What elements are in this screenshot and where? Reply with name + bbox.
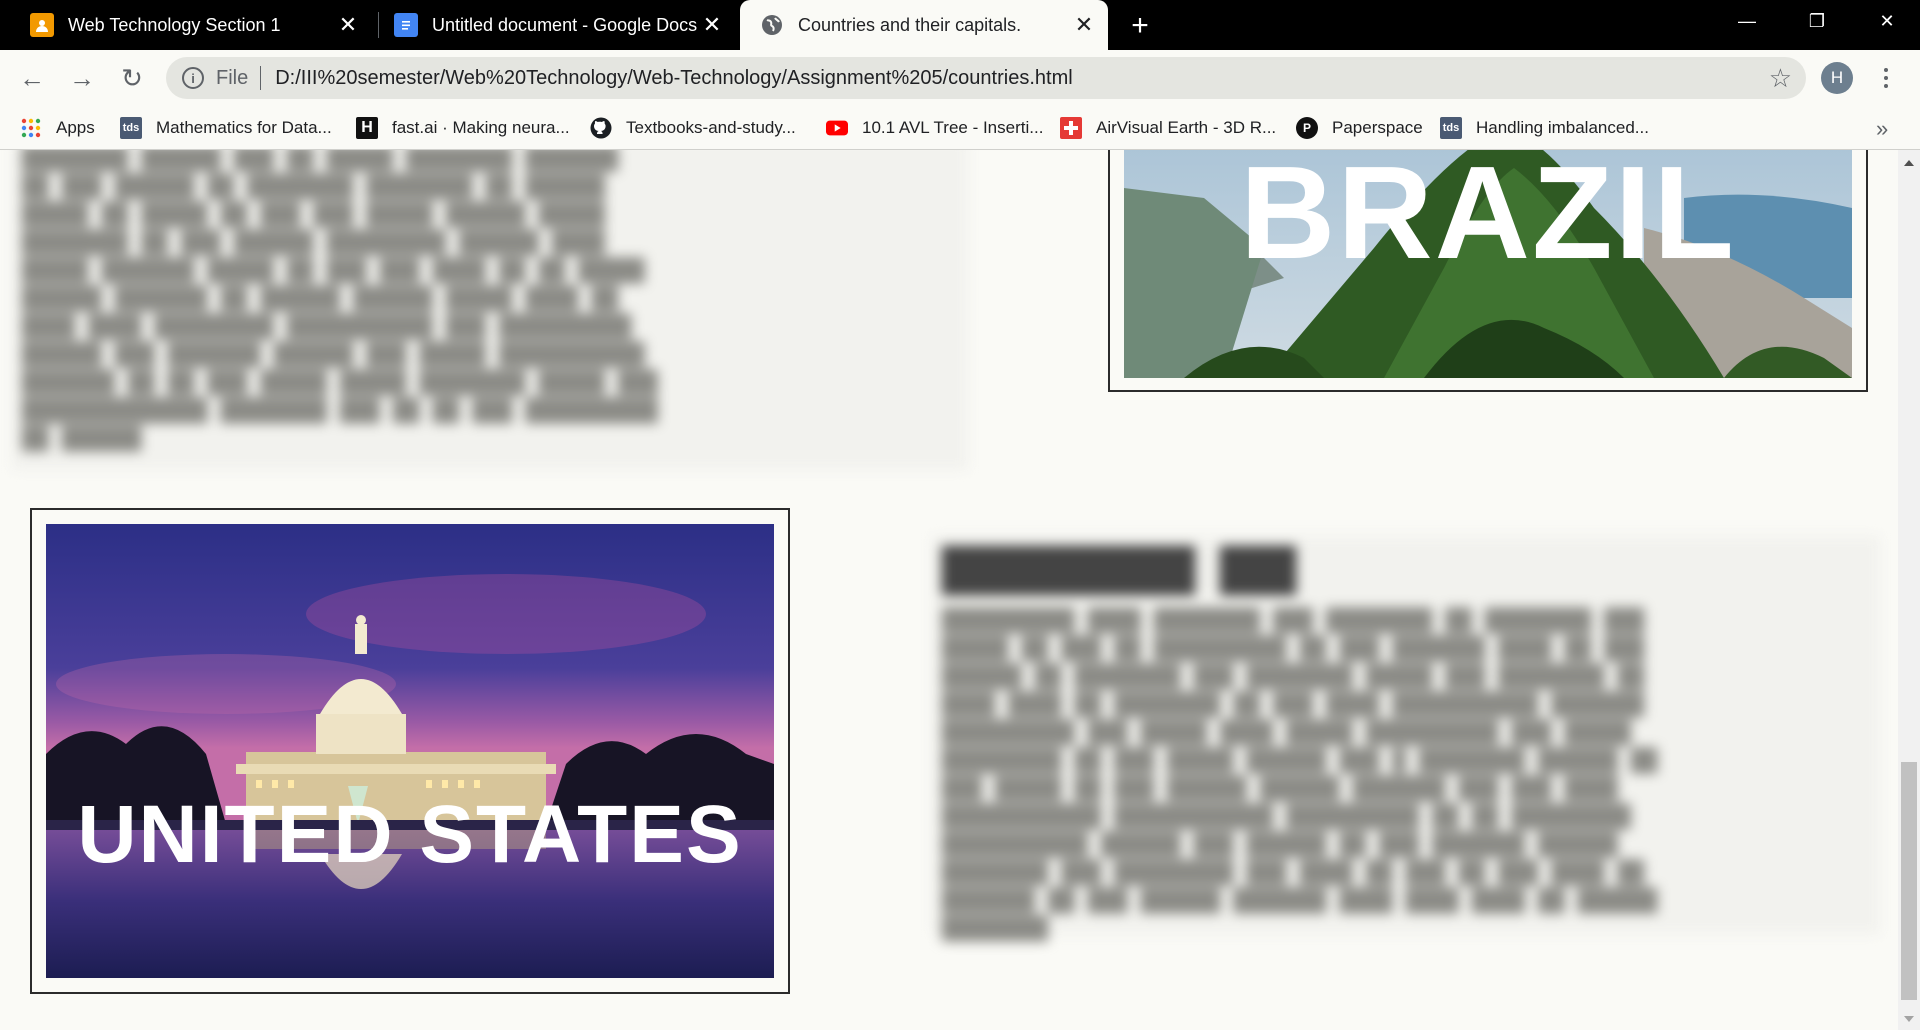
bookmark-fastai[interactable]: H fast.ai · Making neura...: [356, 114, 570, 142]
address-bar[interactable]: i File D:/III%20semester/Web%20Technolog…: [166, 57, 1806, 99]
paperspace-icon: P: [1296, 117, 1318, 139]
bookmark-textbooks-and-study[interactable]: Textbooks-and-study...: [590, 114, 796, 142]
bookmark-star-icon[interactable]: ☆: [1769, 63, 1792, 94]
address-url[interactable]: D:/III%20semester/Web%20Technology/Web-T…: [275, 67, 1072, 90]
scrollbar-thumb[interactable]: [1901, 762, 1917, 1000]
usa-image-label: UNITED STATES: [77, 789, 743, 880]
bookmark-paperspace[interactable]: P Paperspace: [1296, 114, 1423, 142]
tab-web-technology-section-1[interactable]: Web Technology Section 1 ✕: [0, 0, 372, 50]
reload-button[interactable]: ↻: [114, 60, 150, 96]
tab-close-icon[interactable]: ✕: [336, 12, 360, 37]
bookmarks-overflow-icon[interactable]: »: [1876, 116, 1888, 142]
bookmark-apps[interactable]: Apps: [20, 114, 95, 142]
tds-favicon-icon: tds: [1440, 117, 1462, 139]
github-icon: [590, 117, 612, 139]
brazil-image: BRAZIL: [1124, 150, 1852, 378]
tab-countries-and-capitals[interactable]: Countries and their capitals. ✕: [740, 0, 1108, 50]
site-info-icon[interactable]: i: [182, 67, 204, 89]
blurred-capital-block: ██████████ ███ ██████████ ████ ████████ …: [932, 536, 1880, 942]
profile-avatar[interactable]: H: [1821, 62, 1853, 94]
classroom-favicon-icon: [30, 13, 54, 37]
restore-window-button[interactable]: ❐: [1782, 0, 1852, 42]
browser-menu-icon[interactable]: [1874, 60, 1898, 96]
forward-button[interactable]: →: [64, 60, 100, 96]
scroll-up-arrow-icon[interactable]: [1904, 160, 1914, 166]
bookmark-label: fast.ai · Making neura...: [392, 118, 570, 137]
google-docs-favicon-icon: [394, 13, 418, 37]
usa-image: UNITED STATES: [46, 524, 774, 978]
tab-title: Web Technology Section 1: [68, 14, 281, 35]
bookmark-label: Handling imbalanced...: [1476, 118, 1649, 137]
address-scheme-label: File: [216, 66, 249, 89]
new-tab-button[interactable]: +: [1124, 9, 1156, 42]
tab-title: Countries and their capitals.: [798, 14, 1022, 35]
back-button[interactable]: ←: [14, 60, 50, 96]
scroll-down-arrow-icon[interactable]: [1904, 1016, 1914, 1022]
bookmark-label: 10.1 AVL Tree - Inserti...: [862, 118, 1044, 137]
bookmark-handling-imbalanced[interactable]: tds Handling imbalanced...: [1440, 114, 1649, 142]
page-scrollbar[interactable]: [1898, 150, 1920, 1030]
browser-toolbar: ← → ↻ i File D:/III%20semester/Web%20Tec…: [0, 50, 1920, 106]
apps-grid-icon: [20, 117, 42, 139]
bookmark-avl-tree[interactable]: 10.1 AVL Tree - Inserti...: [826, 114, 1043, 142]
bookmark-label: Mathematics for Data...: [156, 118, 332, 137]
close-window-button[interactable]: ✕: [1852, 0, 1920, 42]
bookmark-label: Apps: [56, 118, 95, 137]
youtube-icon: [826, 117, 848, 139]
minimize-window-button[interactable]: —: [1712, 0, 1782, 42]
page-viewport: ████████ ██████ ███ ██ █████ ████████ ██…: [0, 150, 1898, 1030]
bookmarks-bar: Apps tds Mathematics for Data... H fast.…: [0, 106, 1920, 150]
tds-favicon-icon: tds: [120, 117, 142, 139]
tab-title: Untitled document - Google Docs: [432, 14, 698, 35]
brazil-image-label: BRAZIL: [1240, 150, 1736, 286]
swiss-cross-icon: [1060, 117, 1082, 139]
blurred-capital-heading: ██████████ ███: [942, 546, 1297, 595]
bookmark-mathematics-for-data[interactable]: tds Mathematics for Data...: [120, 114, 332, 142]
capitol-night-graphic: [46, 524, 774, 978]
globe-favicon-icon: [760, 13, 784, 37]
bookmark-label: Paperspace: [1332, 118, 1423, 137]
tab-close-icon[interactable]: ✕: [1072, 12, 1096, 37]
address-divider: [260, 66, 262, 90]
bookmark-label: Textbooks-and-study...: [626, 118, 796, 137]
blurred-description-block: ████████ ██████ ███ ██ █████ ████████ ██…: [12, 150, 968, 470]
fastai-favicon-icon: H: [356, 117, 378, 139]
tab-close-icon[interactable]: ✕: [700, 12, 724, 37]
brazil-image-frame: BRAZIL: [1108, 150, 1868, 392]
bookmark-label: AirVisual Earth - 3D R...: [1096, 118, 1277, 137]
bookmark-airvisual-earth[interactable]: AirVisual Earth - 3D R...: [1060, 114, 1276, 142]
tab-strip: Web Technology Section 1 ✕ Untitled docu…: [0, 0, 1920, 50]
usa-image-frame: UNITED STATES: [30, 508, 790, 994]
tab-google-docs[interactable]: Untitled document - Google Docs ✕: [364, 0, 736, 50]
